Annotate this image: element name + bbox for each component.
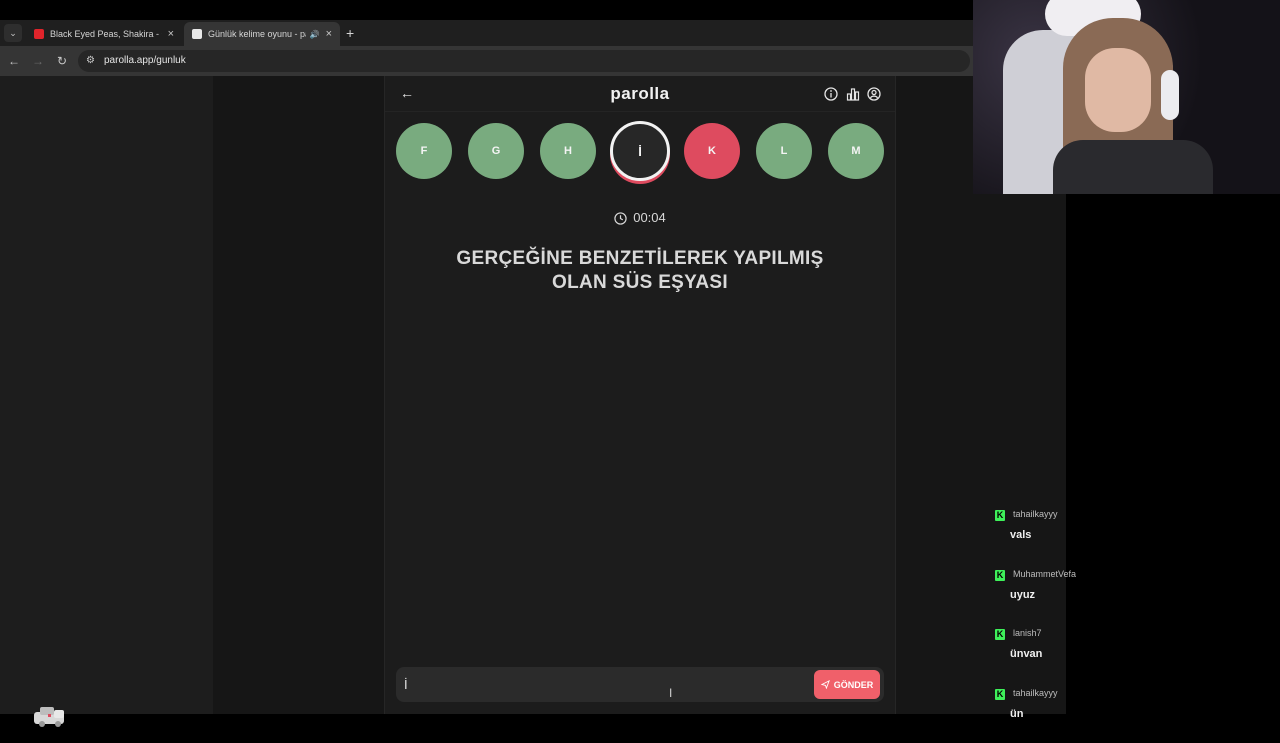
- question-line: OLAN SÜS EŞYASI: [440, 271, 840, 295]
- chat-message: K lanish7 ünvan: [993, 624, 1143, 684]
- send-button[interactable]: GÖNDER: [814, 670, 880, 699]
- speaker-icon[interactable]: 🔊: [310, 30, 320, 39]
- text-cursor-icon: I: [669, 686, 672, 700]
- letter-circle: L: [756, 123, 812, 179]
- answer-input[interactable]: [404, 672, 804, 697]
- chat-username: tahailkayyy: [1013, 688, 1058, 698]
- chat-text: ünvan: [1010, 648, 1042, 660]
- chat-text: uyuz: [1010, 589, 1035, 601]
- letter-circle: G: [468, 123, 524, 179]
- chat-message: K MuhammetVefa uyuz: [993, 565, 1143, 625]
- letter-circle: H: [540, 123, 596, 179]
- left-pane: [0, 76, 213, 714]
- kick-badge-icon: K: [995, 689, 1005, 700]
- letter-circle: M: [828, 123, 884, 179]
- browser-toolbar: ← → ↻ ⚙ parolla.app/gunluk: [0, 46, 974, 76]
- letter-circle-active: İ: [610, 121, 670, 181]
- robot-icon: [30, 704, 70, 730]
- question-line: GERÇEĞİNE BENZETİLEREK YAPILMIŞ: [440, 247, 840, 271]
- parolla-app: ← parolla F G H İ K L: [384, 76, 896, 714]
- close-tab-icon[interactable]: ×: [326, 28, 332, 40]
- clock-icon: [614, 212, 627, 225]
- chat-username: tahailkayyy: [1013, 509, 1058, 519]
- back-icon[interactable]: ←: [6, 53, 22, 69]
- tab-strip: ⌄ Black Eyed Peas, Shakira - Girl Like M…: [0, 20, 974, 46]
- url-text: parolla.app/gunluk: [104, 55, 186, 66]
- question-text: GERÇEĞİNE BENZETİLEREK YAPILMIŞ OLAN SÜS…: [440, 247, 840, 295]
- chat-username: MuhammetVefa: [1013, 569, 1076, 579]
- letter-circle: F: [396, 123, 452, 179]
- new-tab-button[interactable]: +: [346, 24, 354, 42]
- kick-badge-icon: K: [995, 629, 1005, 640]
- chat-text: vals: [1010, 529, 1031, 541]
- tab-title: Black Eyed Peas, Shakira - Girl Like Me: [50, 29, 162, 39]
- parolla-icon: [192, 29, 202, 39]
- close-tab-icon[interactable]: ×: [168, 28, 174, 40]
- info-icon[interactable]: [824, 87, 838, 101]
- forward-icon[interactable]: →: [30, 53, 46, 69]
- youtube-icon: [34, 29, 44, 39]
- letter-track: F G H İ K L M: [396, 121, 886, 183]
- chat-panel: K tahailkayyy vals K MuhammetVefa uyuz K…: [993, 505, 1143, 743]
- send-icon: [821, 680, 830, 689]
- letter-circle: K: [684, 123, 740, 179]
- logo: parolla: [385, 84, 895, 104]
- app-header: ← parolla: [385, 76, 895, 112]
- reload-icon[interactable]: ↻: [54, 53, 70, 69]
- chat-username: lanish7: [1013, 628, 1042, 638]
- send-label: GÖNDER: [834, 680, 874, 690]
- stats-icon[interactable]: [846, 87, 860, 101]
- webcam-overlay: [973, 0, 1280, 194]
- timer: 00:04: [385, 210, 895, 225]
- answer-box: GÖNDER: [396, 667, 884, 702]
- user-icon[interactable]: [867, 87, 881, 101]
- tab-title: Günlük kelime oyunu - parolla: [208, 29, 306, 39]
- tab-parolla[interactable]: Günlük kelime oyunu - parolla 🔊 ×: [184, 22, 340, 46]
- site-settings-icon[interactable]: ⚙: [86, 55, 95, 66]
- timer-value: 00:04: [633, 210, 666, 225]
- tab-youtube[interactable]: Black Eyed Peas, Shakira - Girl Like Me …: [26, 22, 182, 46]
- chat-message: K tahailkayyy ün: [993, 684, 1143, 743]
- tab-search-dropdown-icon[interactable]: ⌄: [4, 24, 22, 42]
- kick-badge-icon: K: [995, 510, 1005, 521]
- kick-badge-icon: K: [995, 570, 1005, 581]
- chat-message: K tahailkayyy vals: [993, 505, 1143, 565]
- address-bar[interactable]: ⚙ parolla.app/gunluk: [78, 50, 970, 72]
- chat-text: ün: [1010, 708, 1023, 720]
